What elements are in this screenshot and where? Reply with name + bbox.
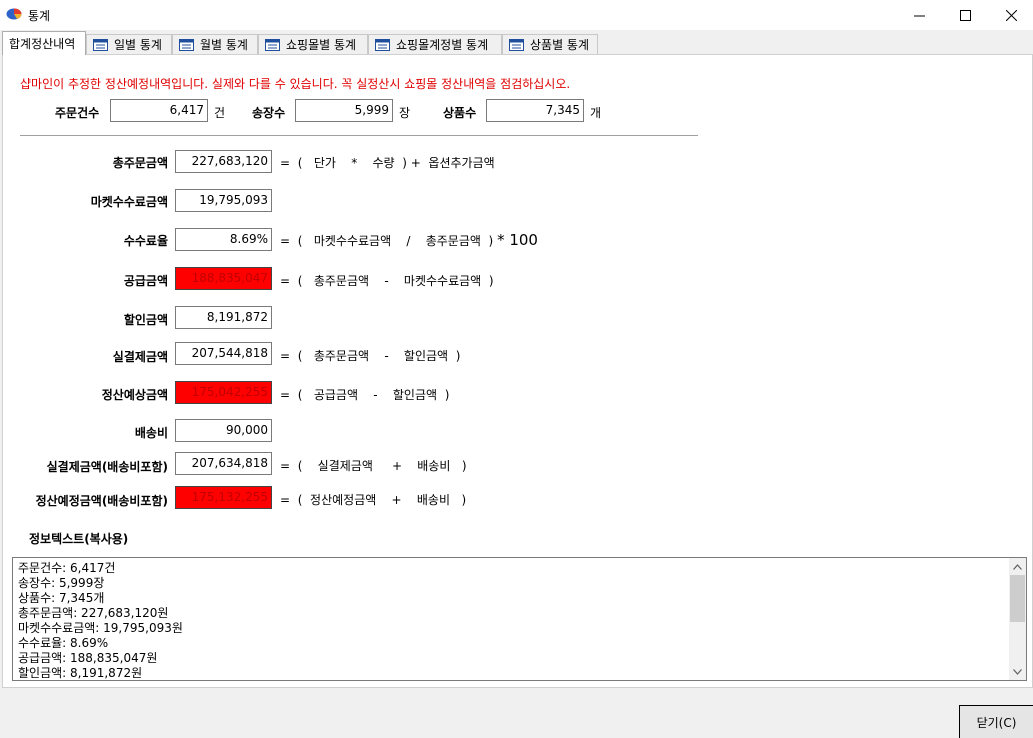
tab-label: 쇼핑몰별 통계 (286, 38, 357, 52)
tab-label: 일별 통계 (114, 38, 162, 52)
report-icon (93, 38, 108, 51)
tab-monthly-stats[interactable]: 월별 통계 (172, 34, 258, 54)
scroll-up-button[interactable] (1009, 558, 1026, 575)
minimize-icon (913, 15, 925, 16)
products-unit: 개 (590, 106, 602, 120)
orders-label: 주문건수 (55, 106, 100, 120)
close-window-button[interactable] (988, 0, 1033, 30)
planned-settlement-incl-shipping-label: 정산예정금액(배송비포함) (35, 494, 168, 508)
vertical-scrollbar[interactable] (1009, 558, 1026, 680)
info-line: 공급금액: 188,835,047원 (18, 651, 158, 665)
scroll-down-button[interactable] (1009, 663, 1026, 680)
supply-amount-formula: = ( 총주문금액 - 마켓수수료금액 ) (280, 274, 494, 288)
total-order-field[interactable]: 227,683,120 (175, 150, 272, 173)
chevron-down-icon (1013, 668, 1022, 675)
tab-label: 쇼핑몰계정별 통계 (396, 38, 489, 52)
info-line: 할인금액: 8,191,872원 (18, 666, 143, 680)
tab-bar: 합계정산내역 일별 통계 월별 통계 쇼핑몰별 통계 쇼핑몰계정별 통계 상품별… (0, 30, 1033, 55)
expected-settlement-field[interactable]: 175,042,255 (175, 381, 272, 404)
planned-settlement-incl-shipping-formula: = ( 정산예정금액 + 배송비 ) (280, 493, 467, 507)
scroll-thumb[interactable] (1010, 575, 1025, 622)
total-order-label: 총주문금액 (112, 156, 168, 170)
info-line: 송장수: 5,999장 (18, 576, 105, 590)
shipping-fee-field[interactable]: 90,000 (175, 419, 272, 442)
close-icon (1005, 9, 1017, 21)
warning-message: 샵마인이 추정한 정산예정내역입니다. 실제와 다를 수 있습니다. 꼭 실정산… (20, 77, 571, 91)
invoices-label: 송장수 (252, 106, 286, 120)
actual-payment-incl-shipping-label: 실결제금액(배송비포함) (46, 460, 168, 474)
maximize-button[interactable] (942, 0, 988, 30)
close-button[interactable]: 닫기(C) (959, 705, 1033, 738)
orders-field[interactable]: 6,417 (110, 99, 208, 122)
report-icon (375, 38, 390, 51)
chevron-up-icon (1013, 563, 1022, 570)
app-pie-icon (6, 8, 22, 20)
orders-unit: 건 (214, 106, 226, 120)
expected-settlement-formula: = ( 공급금액 - 할인금액 ) (280, 388, 450, 402)
title-bar: 통계 (0, 0, 1033, 30)
fee-rate-field[interactable]: 8.69% (175, 228, 272, 251)
window-title: 통계 (28, 9, 51, 23)
total-order-formula: = ( 단가 * 수량 ) + 옵션추가금액 (280, 156, 495, 170)
market-fee-field[interactable]: 19,795,093 (175, 189, 272, 212)
tab-mall-stats[interactable]: 쇼핑몰별 통계 (258, 34, 368, 54)
tab-total-settlement[interactable]: 합계정산내역 (2, 31, 86, 55)
info-textarea[interactable]: 주문건수: 6,417건 송장수: 5,999장 상품수: 7,345개 총주문… (12, 557, 1027, 681)
info-text-title: 정보텍스트(복사용) (29, 532, 129, 546)
fee-rate-formula: = ( 마켓수수료금액 / 총주문금액 ) * 100 (280, 231, 538, 249)
report-icon (179, 38, 194, 51)
actual-payment-formula: = ( 총주문금액 - 할인금액 ) (280, 349, 461, 363)
info-line: 주문건수: 6,417건 (18, 561, 116, 575)
report-icon (509, 38, 524, 51)
divider (20, 135, 698, 137)
supply-amount-label: 공급금액 (123, 274, 168, 288)
report-icon (265, 38, 280, 51)
tab-product-stats[interactable]: 상품별 통계 (502, 34, 598, 54)
info-line: 상품수: 7,345개 (18, 591, 105, 605)
maximize-icon (959, 9, 971, 21)
actual-payment-incl-shipping-formula: = ( 실결제금액 + 배송비 ) (280, 459, 467, 473)
actual-payment-label: 실결제금액 (112, 350, 168, 364)
invoices-field[interactable]: 5,999 (295, 99, 393, 122)
planned-settlement-incl-shipping-field[interactable]: 175,132,255 (175, 486, 272, 509)
tab-label: 월별 통계 (200, 38, 248, 52)
invoices-unit: 장 (399, 106, 411, 120)
tab-daily-stats[interactable]: 일별 통계 (86, 34, 172, 54)
info-line: 총주문금액: 227,683,120원 (18, 606, 169, 620)
market-fee-label: 마켓수수료금액 (90, 195, 168, 209)
actual-payment-field[interactable]: 207,544,818 (175, 342, 272, 365)
fee-rate-label: 수수료율 (123, 234, 168, 248)
products-label: 상품수 (443, 106, 477, 120)
info-text-content: 주문건수: 6,417건 송장수: 5,999장 상품수: 7,345개 총주문… (18, 561, 183, 680)
tab-label: 합계정산내역 (9, 37, 76, 51)
tab-label: 상품별 통계 (530, 38, 590, 52)
settlement-panel: 샵마인이 추정한 정산예정내역입니다. 실제와 다를 수 있습니다. 꼭 실정산… (2, 54, 1033, 688)
shipping-fee-label: 배송비 (134, 426, 168, 440)
products-field[interactable]: 7,345 (486, 99, 584, 122)
discount-label: 할인금액 (123, 313, 168, 327)
info-line: 마켓수수료금액: 19,795,093원 (18, 621, 183, 635)
tab-mall-account-stats[interactable]: 쇼핑몰계정별 통계 (368, 34, 502, 54)
discount-field[interactable]: 8,191,872 (175, 306, 272, 329)
actual-payment-incl-shipping-field[interactable]: 207,634,818 (175, 452, 272, 475)
supply-amount-field[interactable]: 188,835,047 (175, 267, 272, 290)
info-line: 수수료율: 8.69% (18, 636, 109, 650)
minimize-button[interactable] (896, 0, 942, 30)
expected-settlement-label: 정산예상금액 (101, 388, 168, 402)
